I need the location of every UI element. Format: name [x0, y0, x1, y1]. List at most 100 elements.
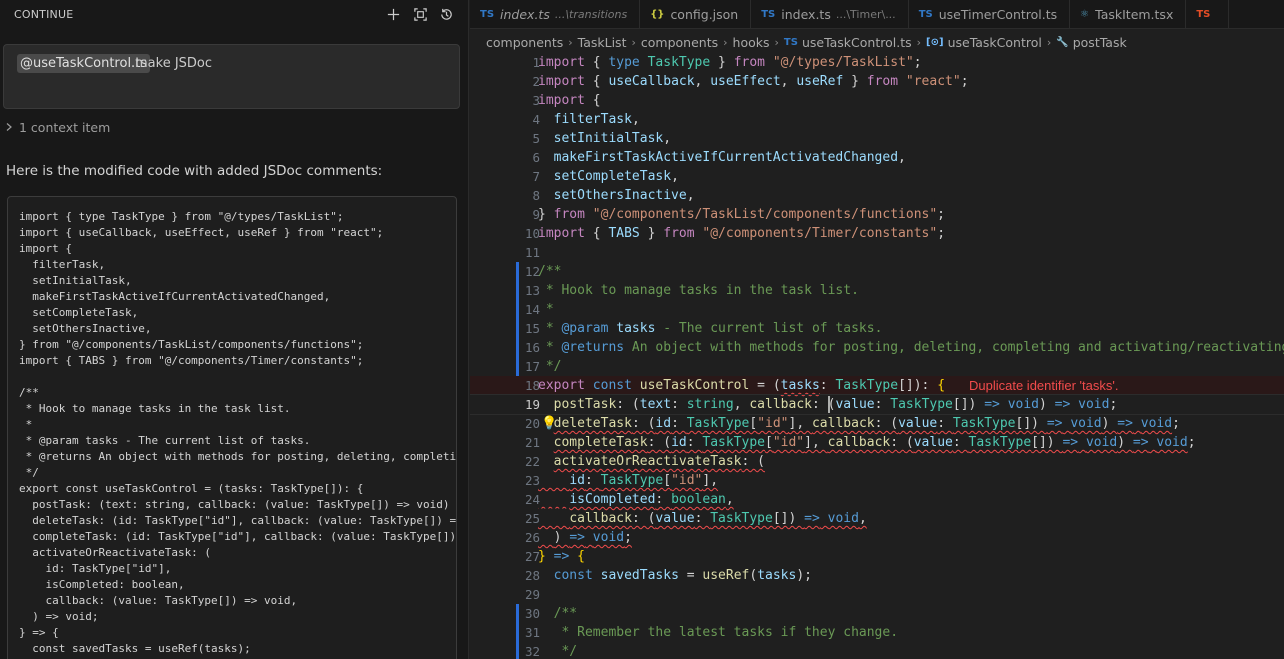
code-line[interactable]: 23 id: TaskType["id"],: [470, 471, 1284, 490]
editor-tab[interactable]: TS index.ts ...\Timer\...: [751, 0, 909, 28]
chevron-right-icon: ›: [631, 35, 636, 49]
line-number: 17: [524, 359, 540, 374]
context-items-toggle[interactable]: 1 context item: [4, 119, 110, 135]
code-text: * @param tasks - The current list of tas…: [538, 319, 883, 338]
line-number: 22: [524, 454, 540, 469]
code-line[interactable]: 4 filterTask,: [470, 110, 1284, 129]
tab-label: useTimerControl.ts: [938, 7, 1058, 22]
code-line[interactable]: 12/**: [470, 262, 1284, 281]
code-line[interactable]: 7 setCompleteTask,: [470, 167, 1284, 186]
plus-icon[interactable]: [383, 4, 403, 24]
code-line[interactable]: 11: [470, 243, 1284, 262]
file-mention-chip[interactable]: @useTaskControl.ts: [17, 54, 151, 73]
json-file-icon: {}: [650, 9, 665, 20]
line-number: 14: [524, 302, 540, 317]
editor-text-area[interactable]: 1 import { type TaskType } from "@/types/…: [470, 53, 1284, 659]
fullscreen-icon[interactable]: [410, 4, 430, 24]
code-line[interactable]: 1 import { type TaskType } from "@/types/…: [470, 53, 1284, 72]
editor-tab[interactable]: TS: [1186, 0, 1230, 28]
code-token: callback: [827, 435, 891, 450]
code-line[interactable]: 3 import {: [470, 91, 1284, 110]
prompt-text: make JSDoc: [135, 56, 213, 71]
code-line[interactable]: 30 /**: [470, 604, 1284, 623]
code-line[interactable]: 15 * @param tasks - The current list of …: [470, 319, 1284, 338]
breadcrumb-item[interactable]: postTask: [1073, 35, 1127, 50]
chevron-right-icon: ›: [723, 35, 728, 49]
code-token: =>: [984, 397, 1000, 412]
code-line[interactable]: 18 export const useTaskControl = (tasks: …: [470, 376, 1284, 395]
code-token: @returns: [561, 340, 625, 355]
breadcrumb-item[interactable]: components: [486, 35, 563, 50]
code-line[interactable]: 9} from "@/components/TaskList/component…: [470, 205, 1284, 224]
code-token: completeTask: [553, 435, 648, 450]
code-line[interactable]: 6 makeFirstTaskActiveIfCurrentActivatedC…: [470, 148, 1284, 167]
breadcrumb-item[interactable]: components: [641, 35, 718, 50]
code-token: =>: [1132, 435, 1149, 450]
line-number: 15: [524, 321, 540, 336]
code-token: export: [538, 378, 585, 393]
change-gutter-marker: [516, 262, 519, 281]
prompt-input[interactable]: @useTaskControl.ts make JSDoc: [3, 44, 460, 109]
code-token: {: [937, 378, 946, 393]
history-icon[interactable]: [436, 4, 456, 24]
code-line[interactable]: 24 isCompleted: boolean,: [470, 490, 1284, 509]
code-token: type: [608, 55, 640, 70]
breadcrumb-item[interactable]: useTaskControl: [948, 35, 1042, 50]
breadcrumb-item[interactable]: hooks: [733, 35, 770, 50]
code-line[interactable]: 2 import { useCallback, useEffect, useRef…: [470, 72, 1284, 91]
code-token: text: [639, 397, 672, 412]
editor-tab[interactable]: TS useTimerControl.ts: [909, 0, 1071, 28]
code-token: }: [538, 549, 546, 564]
code-block-line: deleteTask: (id: TaskType["id"], callbac…: [32, 514, 457, 527]
code-token: id: [655, 416, 672, 431]
line-number: 20: [524, 416, 540, 431]
code-line[interactable]: 32 */: [470, 642, 1284, 659]
code-line[interactable]: 14 *: [470, 300, 1284, 319]
code-token: */: [538, 359, 562, 374]
code-line[interactable]: 19 postTask: (text: string, callback: (v…: [470, 394, 1284, 415]
code-line[interactable]: 17 */: [470, 357, 1284, 376]
chevron-right-icon: ›: [916, 35, 922, 49]
code-line[interactable]: 27} => {: [470, 547, 1284, 566]
code-line[interactable]: 8 setOthersInactive,: [470, 186, 1284, 205]
editor-tab[interactable]: TS index.ts ...\transitions: [470, 0, 641, 28]
code-line[interactable]: 26 ) => void;: [470, 528, 1284, 547]
symbol-variable-icon: [⊙]: [926, 36, 944, 48]
code-line[interactable]: 21 completeTask: (id: TaskType["id"], ca…: [470, 433, 1284, 452]
editor-tab[interactable]: ⚛ TaskItem.tsx: [1070, 0, 1187, 28]
code-token: callback: [569, 511, 632, 526]
code-token: useCallback: [608, 74, 695, 89]
line-number: 25: [524, 511, 540, 526]
code-line[interactable]: 20 deleteTask: (id: TaskType["id"], call…: [470, 414, 1284, 433]
code-line[interactable]: 16 * @returns An object with methods for…: [470, 338, 1284, 357]
code-token: activateOrReactivateTask: [553, 454, 742, 469]
code-line[interactable]: 31 * Remember the latest tasks if they c…: [470, 623, 1284, 642]
code-block-line: } from "@/components/TaskList/components…: [19, 338, 364, 351]
code-line[interactable]: 10 import { TABS } from "@/components/Tim…: [470, 224, 1284, 243]
code-block-line: import { TABS } from "@/components/Timer…: [19, 354, 364, 367]
code-line[interactable]: 25 callback: (value: TaskType[]) => void…: [470, 509, 1284, 528]
line-number: 9: [532, 207, 540, 222]
code-token: TaskType: [600, 473, 664, 488]
code-line[interactable]: 22 activateOrReactivateTask: (: [470, 452, 1284, 471]
code-token: TaskType: [647, 55, 711, 70]
code-line[interactable]: 29: [470, 585, 1284, 604]
line-number: 2: [532, 74, 540, 89]
code-line[interactable]: 13 * Hook to manage tasks in the task li…: [470, 281, 1284, 300]
code-line[interactable]: 28 const savedTasks = useRef(tasks);: [470, 566, 1284, 585]
panel-title: CONTINUE: [14, 7, 74, 21]
code-line[interactable]: 5 setInitialTask,: [470, 129, 1284, 148]
line-number: 6: [532, 150, 540, 165]
code-text: setInitialTask,: [553, 131, 672, 146]
code-token: =>: [1062, 435, 1079, 450]
code-token: postTask: [553, 397, 617, 412]
editor-tab[interactable]: {} config.json: [640, 0, 752, 28]
code-text: import { useCallback, useEffect, useRef …: [538, 74, 969, 89]
code-block-line: } => {: [19, 626, 59, 639]
code-token: TaskType: [710, 511, 773, 526]
breadcrumb-item[interactable]: useTaskControl.ts: [802, 35, 912, 50]
typescript-file-icon: TS: [783, 36, 798, 48]
breadcrumb-item[interactable]: TaskList: [578, 35, 627, 50]
change-gutter-marker: [516, 319, 519, 338]
lightbulb-icon[interactable]: 💡: [541, 415, 557, 432]
